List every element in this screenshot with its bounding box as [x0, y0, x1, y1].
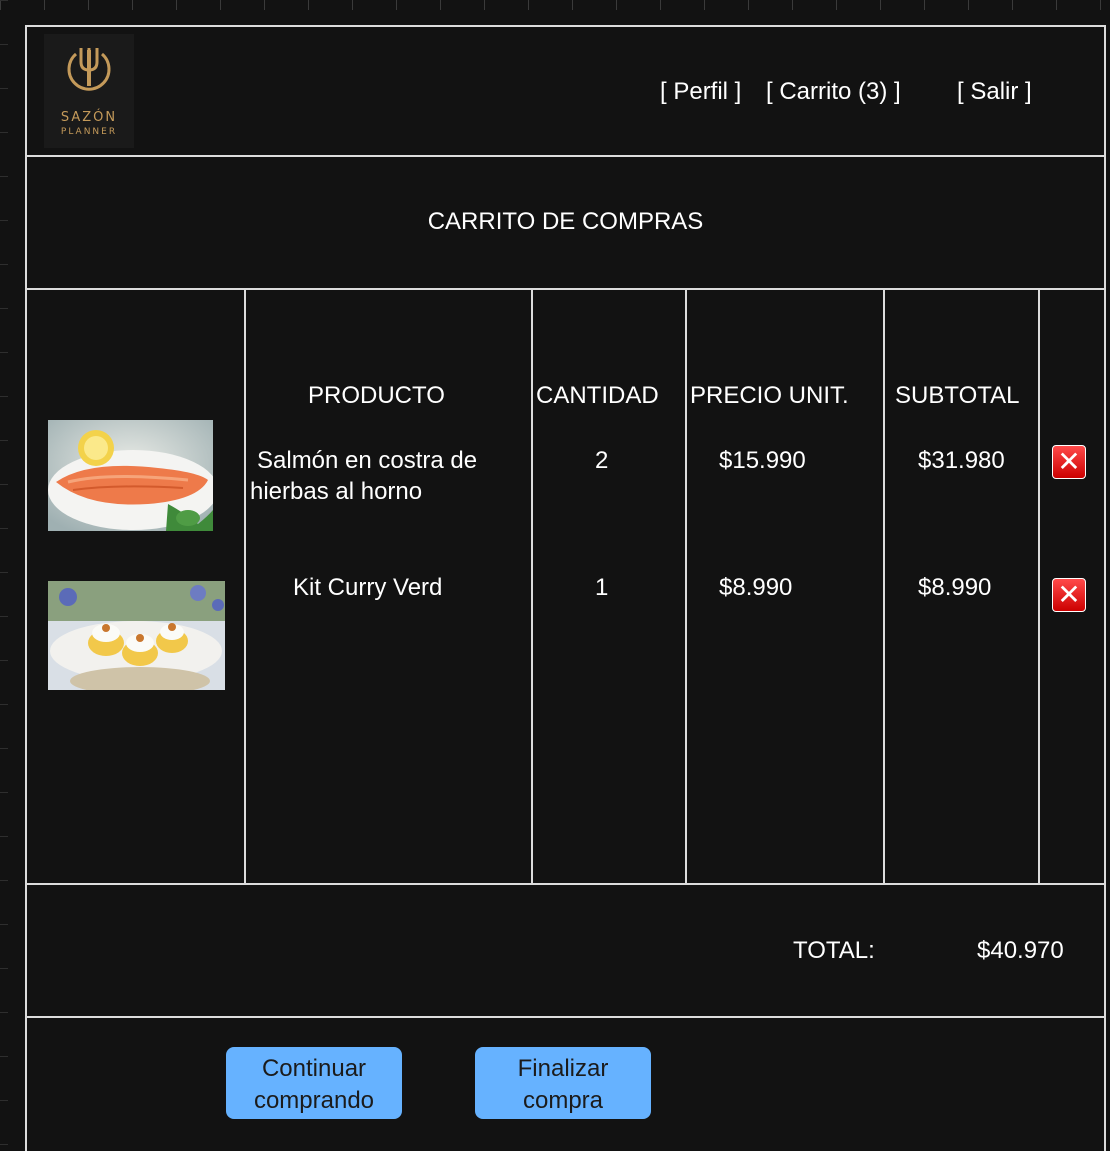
close-x-icon: ✕	[1057, 445, 1081, 478]
product-name-cont: hierbas al horno	[250, 478, 423, 505]
remove-item-button[interactable]: ✕	[1052, 578, 1086, 612]
checkout-label-cont: compra	[522, 1087, 604, 1114]
remove-item-button[interactable]: ✕	[1052, 445, 1086, 479]
header-divider	[25, 155, 1106, 157]
continue-shopping-label-cont: comprando	[253, 1087, 375, 1114]
table-divider	[25, 883, 1106, 885]
brand-subtitle: PLANNER	[60, 127, 118, 137]
checkout-label: Finalizar	[517, 1055, 609, 1082]
brand-logo[interactable]: SAZÓN PLANNER	[44, 34, 134, 148]
nav-logout-link[interactable]: [ Salir ]	[957, 78, 1032, 106]
brand-name: SAZÓN	[60, 110, 118, 125]
continue-shopping-button[interactable]: Continuar comprando	[226, 1047, 402, 1119]
total-value: $40.970	[977, 937, 1064, 964]
checkout-button[interactable]: Finalizar compra	[475, 1047, 651, 1119]
total-label: TOTAL:	[793, 937, 875, 964]
fork-plate-icon	[67, 48, 111, 91]
curry-kit-photo	[48, 581, 225, 690]
column-divider	[244, 289, 246, 885]
product-quantity: 2	[595, 447, 609, 474]
close-x-icon: ✕	[1057, 578, 1081, 611]
canvas-ruler-left	[0, 0, 8, 1151]
nav-profile-link[interactable]: [ Perfil ]	[660, 78, 741, 106]
salmon-dish-photo	[48, 420, 213, 531]
column-header-unit-price: PRECIO UNIT.	[690, 382, 849, 409]
column-divider	[685, 289, 687, 885]
column-header-subtotal: SUBTOTAL	[895, 382, 1020, 409]
canvas-ruler	[0, 0, 1110, 10]
total-divider	[25, 1016, 1106, 1018]
continue-shopping-label: Continuar	[261, 1055, 367, 1082]
product-subtotal: $8.990	[918, 574, 992, 601]
column-divider	[1038, 289, 1040, 885]
column-divider	[883, 289, 885, 885]
product-unit-price: $8.990	[719, 574, 793, 601]
product-quantity: 1	[595, 574, 609, 601]
title-divider	[25, 288, 1106, 290]
product-name: Salmón en costra de	[257, 447, 478, 474]
product-unit-price: $15.990	[719, 447, 806, 474]
nav-cart-link[interactable]: [ Carrito (3) ]	[766, 78, 901, 106]
product-subtotal: $31.980	[918, 447, 1005, 474]
column-header-quantity: CANTIDAD	[536, 382, 659, 409]
product-name: Kit Curry Verd	[293, 574, 443, 601]
page-title: CARRITO DE COMPRAS	[427, 208, 704, 235]
column-header-product: PRODUCTO	[308, 382, 445, 409]
column-divider	[531, 289, 533, 885]
